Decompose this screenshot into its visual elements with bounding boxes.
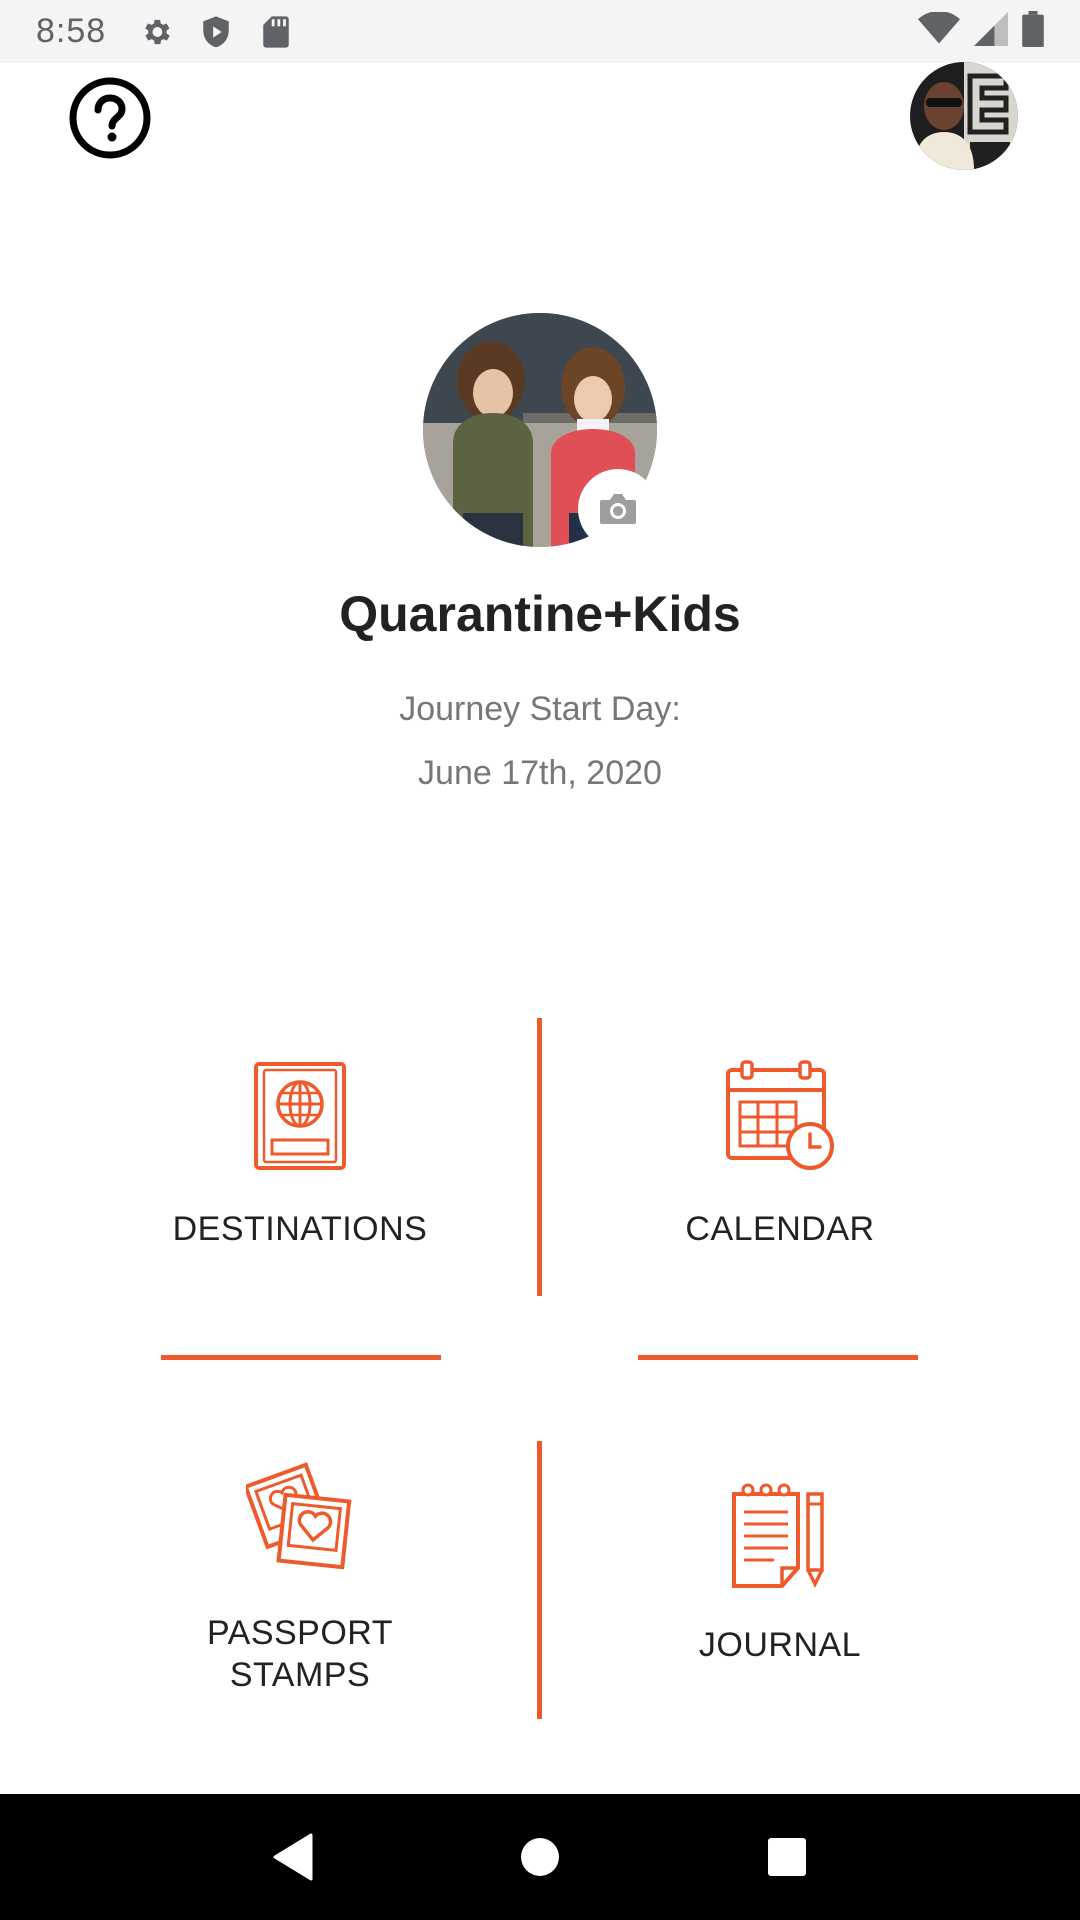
journal-tile[interactable]: JOURNAL	[580, 1482, 980, 1666]
gear-icon	[136, 12, 176, 52]
journey-start-label: Journey Start Day:	[399, 690, 681, 728]
destinations-tile[interactable]: DESTINATIONS	[100, 1060, 500, 1250]
avatar-photo	[910, 62, 1018, 170]
divider-horizontal-right	[638, 1355, 918, 1360]
divider-vertical-bottom	[537, 1441, 542, 1719]
passport-stamps-tile[interactable]: PASSPORT STAMPS	[100, 1460, 500, 1696]
photos-heart-icon	[246, 1462, 352, 1570]
edit-photo-button[interactable]	[578, 469, 658, 549]
calendar-label: CALENDAR	[685, 1210, 875, 1248]
calendar-icon	[726, 1060, 834, 1170]
status-time: 8:58	[36, 12, 107, 50]
shield-icon	[196, 12, 236, 52]
battery-icon	[1022, 11, 1044, 52]
help-button[interactable]	[66, 74, 154, 162]
back-triangle-icon	[273, 1833, 313, 1881]
destinations-label: DESTINATIONS	[172, 1210, 428, 1248]
journey-title: Quarantine+Kids	[339, 586, 741, 642]
camera-icon	[600, 494, 636, 524]
status-right	[918, 10, 1044, 52]
journal-icon	[732, 1483, 824, 1588]
sd-card-icon	[256, 12, 296, 52]
nav-back-button[interactable]	[263, 1827, 323, 1887]
screen: 8:58 Quarantine+Kids Journey Start Day: …	[0, 0, 1080, 1920]
nav-home-button[interactable]	[510, 1827, 570, 1887]
calendar-tile[interactable]: CALENDAR	[580, 1060, 980, 1250]
divider-vertical-top	[537, 1018, 542, 1296]
status-bar: 8:58	[0, 0, 1080, 63]
system-nav-bar	[0, 1794, 1080, 1920]
passport-stamps-label: PASSPORT STAMPS	[206, 1614, 394, 1694]
signal-icon	[974, 12, 1008, 51]
user-avatar[interactable]	[910, 62, 1018, 170]
journal-label: JOURNAL	[698, 1626, 862, 1664]
home-circle-icon	[520, 1838, 559, 1876]
question-circle-icon	[69, 77, 151, 159]
recents-square-icon	[767, 1838, 806, 1876]
journey-start-date: June 17th, 2020	[418, 754, 662, 792]
passport-icon	[254, 1062, 346, 1170]
wifi-icon	[918, 10, 960, 51]
divider-horizontal-left	[161, 1355, 441, 1360]
nav-recents-button[interactable]	[757, 1827, 817, 1887]
